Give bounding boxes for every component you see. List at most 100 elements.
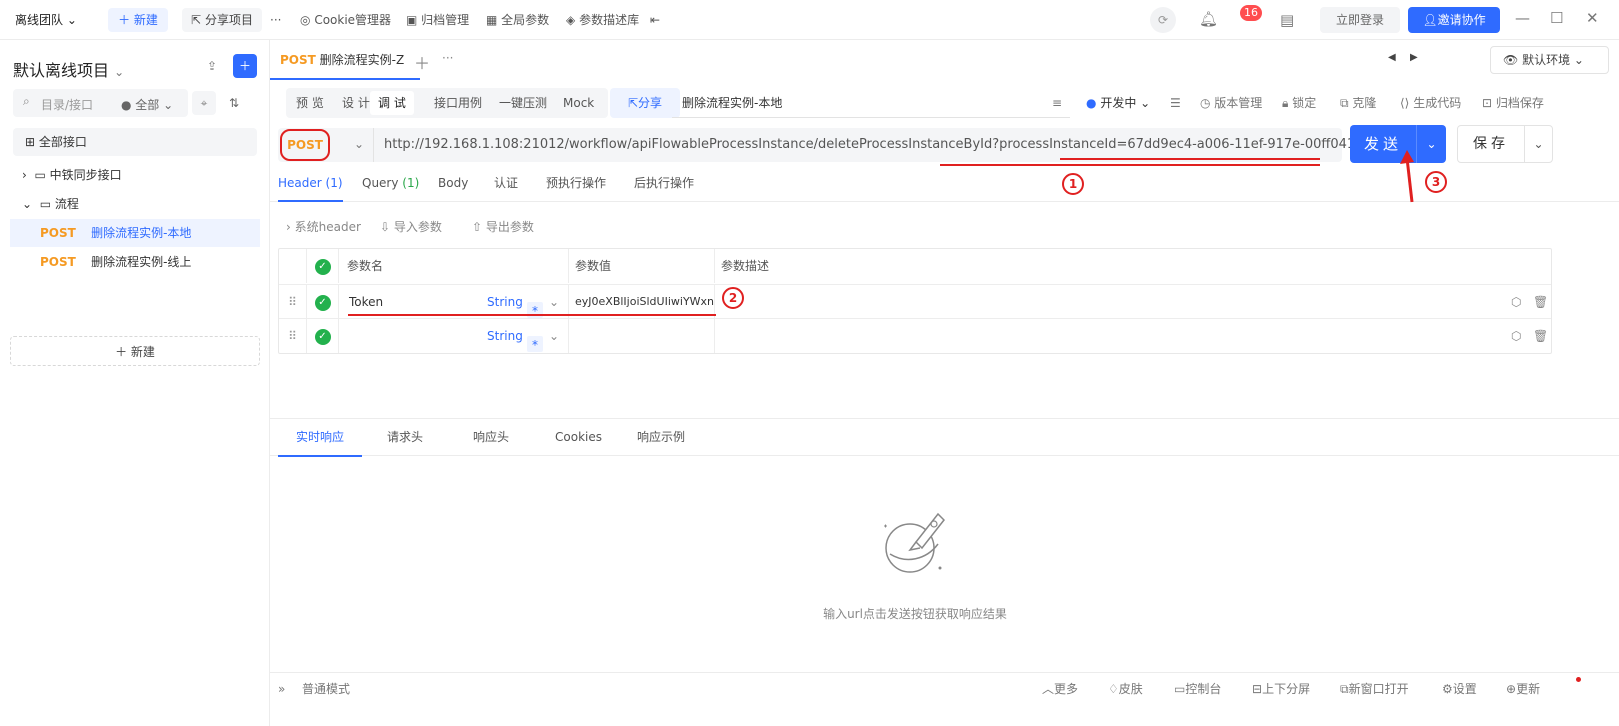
invite-button[interactable]: 👤︎邀请协作 xyxy=(1408,7,1500,33)
clone-button[interactable]: ⧉ 克隆 xyxy=(1340,94,1376,112)
more-icon[interactable]: ··· xyxy=(442,51,453,65)
sync-icon[interactable]: ⟳ xyxy=(1150,7,1176,33)
row-checkbox[interactable]: ✓ xyxy=(307,285,339,319)
sort-icon[interactable]: ⇅ xyxy=(222,91,246,115)
drag-handle-icon[interactable]: ⠿ xyxy=(279,285,307,319)
search-input[interactable]: 目录/接口 xyxy=(41,96,93,113)
tab-response-example[interactable]: 响应示例 xyxy=(637,419,685,457)
url-input[interactable]: http://192.168.1.108:21012/workflow/apiF… xyxy=(384,128,1397,162)
add-tab-icon[interactable]: ＋ xyxy=(414,50,430,74)
maximize-icon[interactable]: ☐ xyxy=(1550,9,1563,27)
gen-code-button[interactable]: ⟨⟩ 生成代码 xyxy=(1400,94,1461,112)
lock-button[interactable]: 🔒︎ 锁定 xyxy=(1282,94,1316,112)
param-library[interactable]: ◈ 参数描述库 xyxy=(566,11,639,29)
update-button[interactable]: ⊕更新 xyxy=(1506,681,1540,697)
version-button[interactable]: ◷ 版本管理 xyxy=(1200,94,1262,112)
global-params[interactable]: ▦ 全局参数 xyxy=(486,11,549,29)
trash-icon[interactable]: 🗑︎ xyxy=(1533,319,1548,353)
cookie-manager[interactable]: ◎ Cookie管理器 xyxy=(300,11,391,29)
tab-pre-script[interactable]: 预执行操作 xyxy=(546,168,606,202)
tab-cases[interactable]: 接口用例 xyxy=(426,91,490,115)
share-button[interactable]: ⇱分享 xyxy=(610,88,680,118)
system-header-toggle[interactable]: › 系统header xyxy=(286,218,361,236)
tab-body[interactable]: Body xyxy=(438,168,468,202)
tab-realtime-response[interactable]: 实时响应 xyxy=(278,419,362,457)
api-item[interactable]: POST 删除流程实例-线上 xyxy=(10,248,260,276)
save-dropdown-icon[interactable]: ⌄ xyxy=(1524,126,1552,162)
cube-icon[interactable]: ⬡ xyxy=(1511,319,1521,353)
more-button[interactable]: ︿更多 xyxy=(1042,681,1078,697)
api-item-active[interactable]: POST 删除流程实例-本地 xyxy=(10,219,260,247)
settings-button[interactable]: ⚙设置 xyxy=(1442,681,1477,697)
prev-tab-icon[interactable]: ◀ xyxy=(1388,52,1396,63)
tab-header[interactable]: Header (1) xyxy=(278,168,343,202)
normal-mode[interactable]: 普通模式 xyxy=(302,681,350,697)
notes-icon[interactable]: ▤ xyxy=(1280,11,1294,29)
edit-icon[interactable]: ≡ xyxy=(1052,94,1062,112)
share-project-button[interactable]: ⇱ 分享项目 xyxy=(182,8,262,32)
import-params-button[interactable]: ⇩ 导入参数 xyxy=(380,218,442,236)
tab-debug[interactable]: 调 试 xyxy=(370,91,414,115)
add-icon[interactable]: ＋ xyxy=(233,54,257,78)
tab-query[interactable]: Query (1) xyxy=(362,168,419,202)
param-name-cell[interactable]: String * ⌄ xyxy=(339,319,569,353)
response-tabs: 实时响应 请求头 响应头 Cookies 响应示例 xyxy=(270,418,1619,457)
bell-icon[interactable]: 🔔︎ xyxy=(1199,10,1218,28)
save-label: 保存 xyxy=(1473,136,1509,152)
tab-preview[interactable]: 预 览 xyxy=(288,91,332,115)
archive-manager[interactable]: ▣ 归档管理 xyxy=(406,11,469,29)
method-select[interactable]: POST ⌄ xyxy=(278,128,374,162)
archive-save-button[interactable]: ⊡ 归档保存 xyxy=(1482,94,1544,112)
folder-label: 中铁同步接口 xyxy=(49,168,122,182)
search-field[interactable]: ⌕ 目录/接口 ● 全部 ⌄ xyxy=(13,89,188,117)
cube-icon[interactable]: ⬡ xyxy=(1511,285,1521,319)
param-type-select[interactable]: String xyxy=(487,319,523,353)
close-icon[interactable]: ✕ xyxy=(1586,9,1599,27)
required-toggle[interactable]: * xyxy=(527,328,543,362)
param-desc-cell[interactable]: ⬡ 🗑︎ xyxy=(715,285,1551,319)
trash-icon[interactable]: 🗑︎ xyxy=(1533,285,1548,319)
more-menu[interactable]: ··· xyxy=(270,11,281,29)
locate-icon[interactable]: ⌖ xyxy=(192,91,216,115)
global-params-label: 全局参数 xyxy=(501,13,550,27)
new-window-button[interactable]: ⧉新窗口打开 xyxy=(1340,681,1409,697)
console-button[interactable]: ▭控制台 xyxy=(1174,681,1221,697)
sidebar-new-button[interactable]: ＋ 新建 xyxy=(10,336,260,366)
drag-handle-icon[interactable]: ⠿ xyxy=(279,319,307,353)
tab-auth[interactable]: 认证 xyxy=(494,168,518,202)
api-name-input[interactable]: 删除流程实例-本地 xyxy=(672,88,1070,118)
new-button[interactable]: ＋ 新建 xyxy=(108,8,168,32)
collapse-icon[interactable]: ⇤ xyxy=(650,11,660,29)
param-desc-cell[interactable]: ⬡ 🗑︎ xyxy=(715,319,1551,353)
team-switcher[interactable]: 离线团队 ⌄ xyxy=(15,11,77,29)
list-icon[interactable]: ☰ xyxy=(1170,94,1181,112)
save-button[interactable]: 保存 ⌄ xyxy=(1457,125,1553,163)
skin-button[interactable]: ♢皮肤 xyxy=(1108,681,1143,697)
row-checkbox[interactable]: ✓ xyxy=(307,319,339,353)
tab-stress[interactable]: 一键压测 xyxy=(491,91,555,115)
minimize-icon[interactable]: — xyxy=(1515,9,1530,27)
environment-select[interactable]: 👁︎ 默认环境 ⌄ xyxy=(1490,46,1609,74)
all-apis[interactable]: ⊞ 全部接口 xyxy=(13,128,257,156)
next-tab-icon[interactable]: ▶ xyxy=(1410,52,1418,63)
tab-response-headers[interactable]: 响应头 xyxy=(473,419,509,457)
tab-cookies[interactable]: Cookies xyxy=(555,419,602,457)
filter-select[interactable]: ● 全部 ⌄ xyxy=(121,96,173,113)
system-header-label: 系统header xyxy=(294,220,361,234)
status-select[interactable]: ● 开发中 ⌄ xyxy=(1086,94,1150,112)
select-all-checkbox[interactable]: ✓ xyxy=(307,249,339,283)
split-button[interactable]: ⊟上下分屏 xyxy=(1252,681,1310,697)
eye-icon: 👁︎ xyxy=(1503,53,1519,67)
tab-api[interactable]: POST 删除流程实例-Z xyxy=(270,40,420,80)
param-value-cell[interactable] xyxy=(569,319,715,353)
export-params-button[interactable]: ⇧ 导出参数 xyxy=(472,218,534,236)
project-switcher[interactable]: 默认离线项目 ⌄ xyxy=(13,57,124,81)
export-icon[interactable]: ⇪ xyxy=(200,54,224,78)
expand-icon[interactable]: » xyxy=(278,681,285,697)
folder-item[interactable]: › ▭ 中铁同步接口 xyxy=(22,161,122,189)
tab-post-script[interactable]: 后执行操作 xyxy=(634,168,694,202)
tab-mock[interactable]: Mock xyxy=(555,91,602,115)
folder-item[interactable]: ⌄ ▭ 流程 xyxy=(22,190,79,218)
login-button[interactable]: 立即登录 xyxy=(1320,7,1400,33)
tab-request-headers[interactable]: 请求头 xyxy=(387,419,423,457)
